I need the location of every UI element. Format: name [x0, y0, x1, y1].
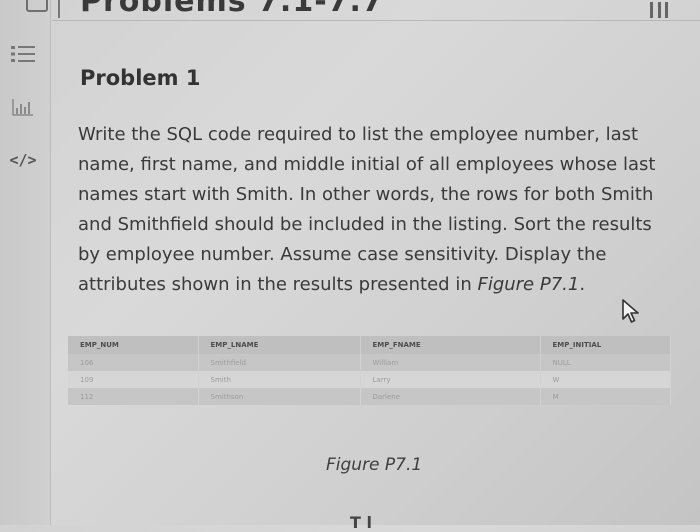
left-rail: </> — [0, 0, 51, 525]
column-header: EMP_NUM — [68, 336, 199, 354]
table-cell: 109 — [68, 371, 199, 388]
column-header: EMP_INITIAL — [540, 336, 671, 354]
table-cell: William — [360, 354, 541, 371]
mouse-cursor-icon — [622, 299, 639, 323]
menu-icon[interactable] — [650, 2, 668, 18]
table-cell: Smithfield — [198, 354, 361, 371]
code-icon[interactable]: </> — [8, 149, 38, 171]
bar-chart-icon[interactable] — [8, 96, 38, 118]
column-header: EMP_FNAME — [360, 336, 541, 354]
problem-description: Write the SQL code required to list the … — [78, 120, 676, 300]
problem-title: Problem 1 — [80, 66, 201, 90]
table-row: 112 Smithson Darlene M — [68, 388, 671, 405]
header-divider — [58, 0, 60, 18]
column-header: EMP_LNAME — [198, 336, 361, 354]
table-cell: Darlene — [360, 388, 541, 405]
table-cell: Smithson — [198, 388, 361, 405]
table-cell: NULL — [540, 354, 671, 371]
problem-text: Write the SQL code required to list the … — [78, 124, 656, 295]
table-row: 106 Smithfield William NULL — [68, 354, 671, 371]
table-cell: 112 — [68, 388, 199, 405]
page-title: Problems 7.1-7.7 — [80, 0, 384, 19]
table-cell: 106 — [68, 354, 199, 371]
table-cell: Larry — [360, 371, 541, 388]
figure-caption: Figure P7.1 — [326, 455, 423, 475]
list-icon[interactable] — [8, 43, 38, 65]
table-cell: W — [540, 371, 671, 388]
table-cell: Smith — [198, 371, 361, 388]
table-cell: M — [540, 388, 671, 405]
header-separator — [52, 20, 700, 21]
window-icon[interactable] — [26, 0, 48, 12]
table-row: 109 Smith Larry W — [68, 371, 671, 388]
figure-reference: Figure P7.1 — [477, 274, 580, 295]
table-header-row: EMP_NUM EMP_LNAME EMP_FNAME EMP_INITIAL — [68, 336, 671, 354]
next-section-heading: T l — [350, 513, 372, 532]
employee-table: EMP_NUM EMP_LNAME EMP_FNAME EMP_INITIAL … — [68, 336, 671, 405]
problem-text-end: . — [579, 274, 586, 295]
